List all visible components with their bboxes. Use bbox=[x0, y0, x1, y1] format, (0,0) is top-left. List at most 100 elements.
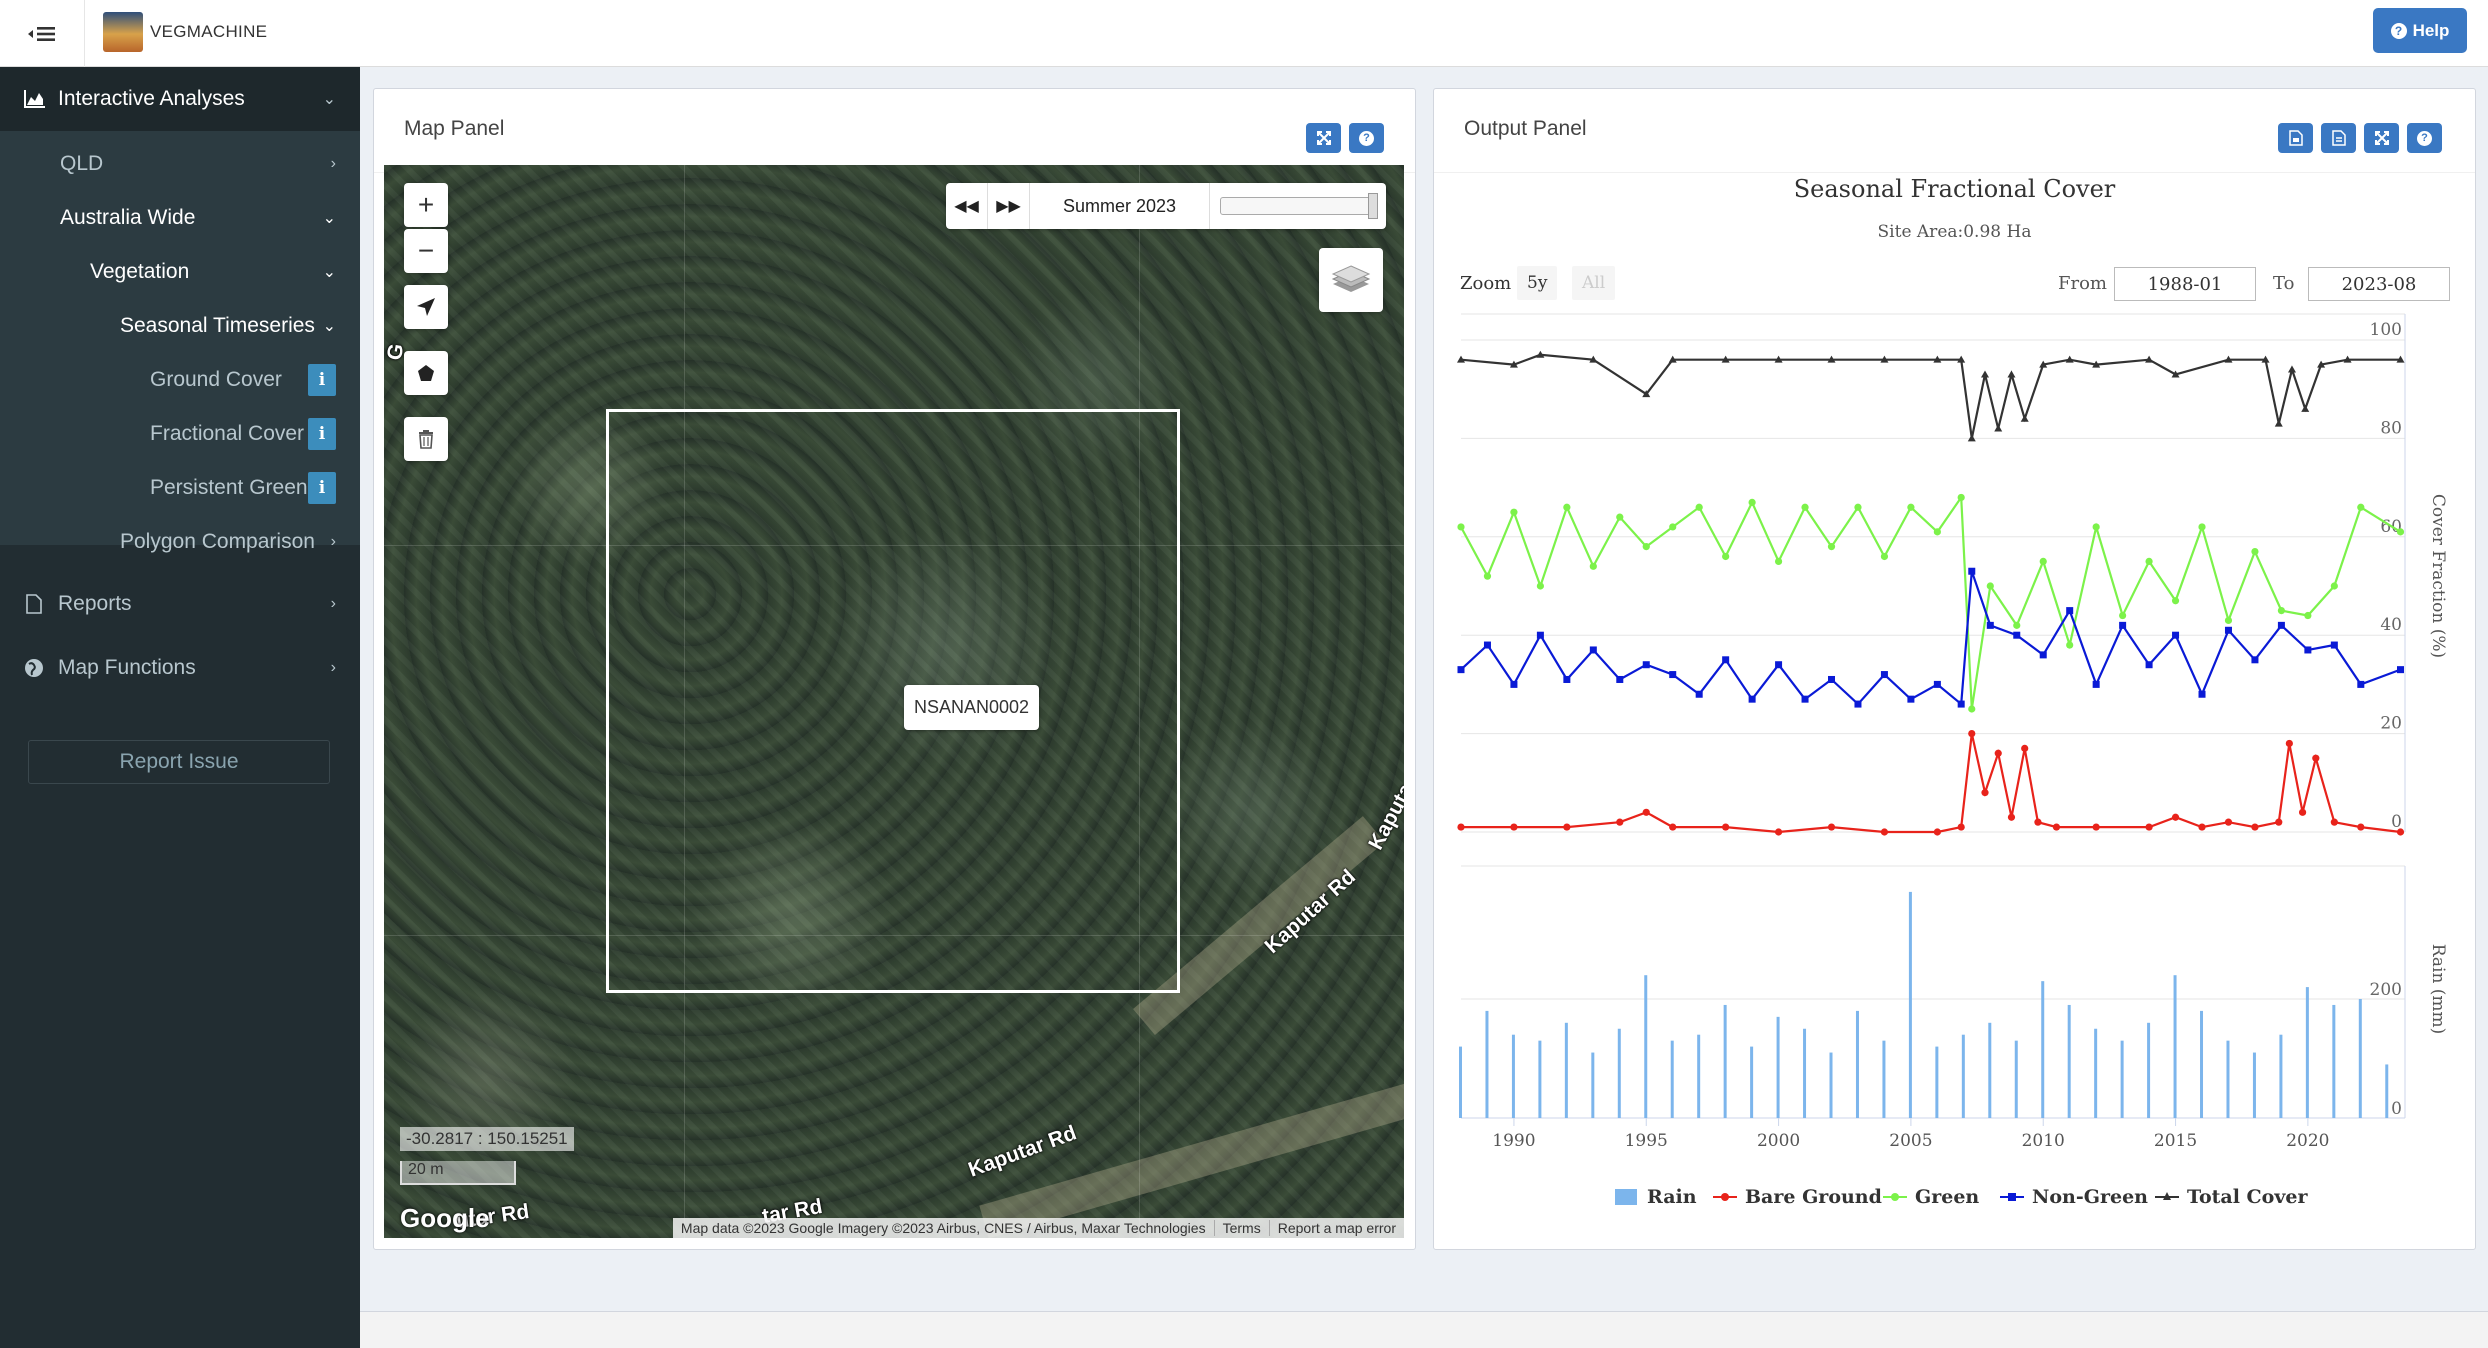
sidebar-item-polygon-comparison[interactable]: Polygon Comparison › bbox=[0, 520, 360, 564]
satellite-map[interactable]: NSANAN0002 Kaputar Rd Kaputar Rd Kaputa … bbox=[384, 165, 1404, 1238]
terms-link[interactable]: Terms bbox=[1213, 1220, 1269, 1236]
bare-ground-point bbox=[2224, 818, 2233, 826]
zoom-in-button[interactable]: + bbox=[404, 183, 448, 227]
rain-bar bbox=[1564, 1022, 1568, 1118]
output-panel-header: Output Panel ? bbox=[1434, 89, 2475, 173]
export-csv-button[interactable] bbox=[2321, 123, 2356, 153]
non-green-point bbox=[1907, 695, 1915, 703]
sidebar-item-label: QLD bbox=[60, 152, 104, 175]
bare-ground-point bbox=[1933, 828, 1941, 836]
report-map-error-link[interactable]: Report a map error bbox=[1268, 1220, 1404, 1236]
output-help-button[interactable]: ? bbox=[2407, 123, 2442, 153]
layers-button[interactable] bbox=[1319, 248, 1383, 312]
rain-bar bbox=[2014, 1040, 2018, 1118]
help-button[interactable]: ? Help bbox=[2373, 8, 2467, 53]
total-cover-point bbox=[2007, 370, 2016, 378]
sidebar-item-label: Vegetation bbox=[90, 260, 190, 283]
sidebar-toggle-button[interactable] bbox=[0, 0, 85, 67]
season-slider[interactable] bbox=[1210, 183, 1386, 229]
slider-handle[interactable] bbox=[1368, 193, 1378, 219]
sidebar-item-interactive-analyses[interactable]: Interactive Analyses ⌄ bbox=[0, 67, 360, 131]
map-panel-title: Map Panel bbox=[404, 117, 505, 140]
fast-forward-icon: ▶▶ bbox=[996, 198, 1021, 215]
expand-button[interactable] bbox=[1306, 123, 1341, 153]
info-icon[interactable]: i bbox=[308, 364, 336, 396]
rain-bar bbox=[2147, 1022, 2151, 1118]
rain-bar bbox=[2305, 987, 2309, 1118]
sidebar-item-map-functions[interactable]: Map Functions › bbox=[0, 636, 360, 700]
legend-marker bbox=[1891, 1193, 1899, 1201]
report-issue-button[interactable]: Report Issue bbox=[28, 740, 330, 784]
menu-collapse-icon bbox=[28, 26, 55, 41]
sidebar-item-seasonal-timeseries[interactable]: Seasonal Timeseries ⌄ bbox=[0, 304, 360, 348]
green-point bbox=[2330, 582, 2338, 590]
bare-ground-point bbox=[2275, 818, 2283, 826]
top-navbar: VEGMACHINE ? Help bbox=[0, 0, 2488, 67]
zoom-5y-button[interactable]: 5y bbox=[1517, 266, 1558, 300]
y-tick-label: 100 bbox=[2370, 320, 2402, 340]
non-green-point bbox=[2198, 690, 2206, 698]
to-date-input[interactable]: 2023-08 bbox=[2308, 267, 2450, 301]
green-point bbox=[1986, 582, 1994, 590]
bare-ground-point bbox=[2330, 818, 2338, 826]
non-green-point bbox=[1933, 680, 1941, 688]
site-label[interactable]: NSANAN0002 bbox=[904, 685, 1040, 730]
green-point bbox=[1957, 493, 1965, 502]
non-green-point bbox=[1510, 680, 1518, 688]
bare-ground-point bbox=[1669, 823, 1677, 831]
expand-button[interactable] bbox=[2364, 123, 2399, 153]
previous-season-button[interactable]: ◀◀ bbox=[946, 183, 988, 229]
green-point bbox=[2119, 611, 2127, 620]
rain-bar bbox=[2173, 975, 2177, 1118]
draw-polygon-button[interactable] bbox=[404, 351, 448, 395]
info-icon[interactable]: i bbox=[308, 472, 336, 504]
sidebar-item-fractional-cover[interactable]: Fractional Cover i bbox=[0, 412, 360, 456]
locate-button[interactable] bbox=[404, 285, 448, 329]
map-panel-header: Map Panel ? bbox=[374, 89, 1415, 173]
sidebar-item-vegetation[interactable]: Vegetation ⌄ bbox=[0, 250, 360, 294]
total-cover-point bbox=[2274, 419, 2283, 427]
sidebar-item-persistent-green[interactable]: Persistent Green i bbox=[0, 466, 360, 510]
info-icon[interactable]: i bbox=[308, 418, 336, 450]
non-green-point bbox=[2092, 680, 2100, 688]
site-polygon[interactable] bbox=[606, 409, 1180, 993]
green-point bbox=[1774, 557, 1783, 565]
expand-icon bbox=[1316, 131, 1331, 145]
green-point bbox=[1536, 582, 1544, 590]
rain-bar bbox=[1935, 1046, 1939, 1118]
delete-button[interactable] bbox=[404, 417, 448, 461]
sidebar-item-australia-wide[interactable]: Australia Wide ⌄ bbox=[0, 196, 360, 240]
legend-label: Total Cover bbox=[2187, 1186, 2308, 1208]
green-point bbox=[2396, 528, 2405, 536]
green-point bbox=[1510, 508, 1518, 516]
y-tick-label: 40 bbox=[2380, 615, 2402, 635]
non-green-point bbox=[2039, 651, 2047, 659]
google-logo: Google bbox=[400, 1203, 490, 1233]
time-slider-control: ◀◀ ▶▶ Summer 2023 bbox=[946, 183, 1386, 229]
map-attribution: Map data ©2023 Google Imagery ©2023 Airb… bbox=[672, 1218, 1404, 1238]
coordinate-readout: -30.2817 : 150.15251 bbox=[400, 1127, 574, 1151]
total-cover-point bbox=[2287, 365, 2296, 373]
green-point bbox=[2145, 557, 2153, 565]
sidebar-item-ground-cover[interactable]: Ground Cover i bbox=[0, 358, 360, 402]
zoom-out-button[interactable]: − bbox=[404, 229, 448, 273]
sidebar-item-reports[interactable]: Reports › bbox=[0, 572, 360, 636]
export-pdf-button[interactable] bbox=[2278, 123, 2313, 153]
zoom-all-button[interactable]: All bbox=[1572, 266, 1616, 300]
non-green-point bbox=[1880, 671, 1888, 679]
map-help-button[interactable]: ? bbox=[1349, 123, 1384, 153]
next-season-button[interactable]: ▶▶ bbox=[988, 183, 1030, 229]
sidebar-item-qld[interactable]: QLD › bbox=[0, 142, 360, 186]
bare-ground-line bbox=[1461, 733, 2401, 834]
bare-ground-point bbox=[1994, 749, 2002, 757]
legend-label: Bare Ground bbox=[1745, 1186, 1882, 1208]
legend-swatch bbox=[1615, 1189, 1637, 1205]
question-icon: ? bbox=[2390, 22, 2407, 39]
attribution-text: Map data ©2023 Google Imagery ©2023 Airb… bbox=[680, 1220, 1206, 1236]
bare-ground-point bbox=[2052, 823, 2061, 831]
green-point bbox=[2066, 641, 2074, 649]
globe-icon bbox=[25, 659, 43, 677]
green-point bbox=[1563, 503, 1571, 511]
rain-bar bbox=[1511, 1034, 1515, 1118]
from-date-input[interactable]: 1988-01 bbox=[2114, 267, 2256, 301]
